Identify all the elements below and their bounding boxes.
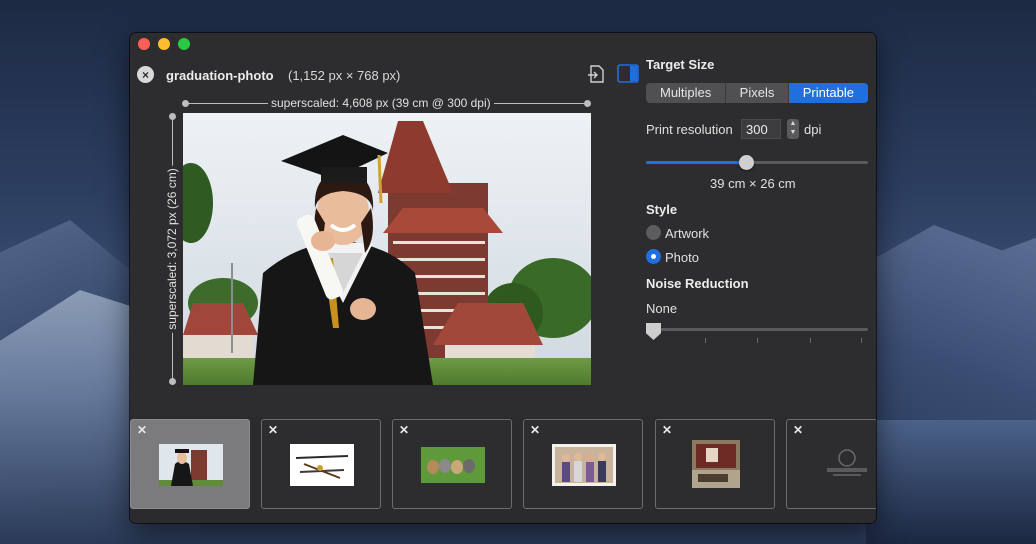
thumb-close-icon[interactable]: ✕: [530, 423, 540, 437]
width-dimension-end: [584, 100, 591, 107]
thumbnail-logo[interactable]: ✕: [786, 419, 876, 509]
file-name: graduation-photo: [166, 68, 274, 83]
segment-printable[interactable]: Printable: [788, 83, 868, 103]
noise-slider-tick: [757, 338, 758, 343]
style-artwork-radio[interactable]: [646, 225, 661, 240]
segment-pixels[interactable]: Pixels: [726, 83, 789, 103]
thumbnail-image: [823, 446, 871, 480]
noise-slider-tick: [705, 338, 706, 343]
zoom-window-button[interactable]: [178, 38, 190, 50]
noise-slider-knob[interactable]: [646, 323, 661, 340]
thumbnail-group[interactable]: ✕: [523, 419, 643, 509]
thumb-close-icon[interactable]: ✕: [268, 423, 278, 437]
print-resolution-input[interactable]: 300: [741, 119, 781, 139]
thumbnail-image: [159, 444, 223, 486]
target-size-title: Target Size: [646, 57, 715, 72]
minimize-window-button[interactable]: [158, 38, 170, 50]
resolution-slider-knob[interactable]: [738, 155, 754, 170]
height-dimension-start: [169, 113, 176, 120]
thumb-close-icon[interactable]: ✕: [662, 423, 672, 437]
thumb-close-icon[interactable]: ✕: [793, 423, 803, 437]
image-preview: [183, 113, 591, 385]
export-icon[interactable]: [586, 64, 606, 84]
dpi-unit-label: dpi: [804, 122, 822, 137]
thumbnail-kittens[interactable]: ✕: [392, 419, 512, 509]
width-dimension-start: [182, 100, 189, 107]
target-size-segmented-control[interactable]: Multiples Pixels Printable: [646, 83, 868, 103]
app-window: × graduation-photo (1,152 px × 768 px) s…: [130, 33, 876, 523]
segment-multiples[interactable]: Multiples: [646, 83, 727, 103]
thumbnail-image: [552, 444, 616, 486]
graduation-photo-image: [183, 113, 591, 385]
thumbnail-image: [421, 447, 485, 483]
style-artwork-label[interactable]: Artwork: [665, 226, 709, 241]
thumbnail-graduation[interactable]: ✕: [130, 419, 250, 509]
file-dimensions: (1,152 px × 768 px): [288, 68, 401, 83]
titlebar: [130, 33, 876, 55]
height-dimension-end: [169, 378, 176, 385]
resolution-slider-fill: [646, 161, 746, 164]
print-size-readout: 39 cm × 26 cm: [710, 176, 796, 191]
desktop-dune-right: [866, 420, 1036, 544]
style-title: Style: [646, 202, 678, 217]
noise-reduction-value: None: [646, 301, 678, 316]
resolution-stepper[interactable]: ▲ ▼: [787, 119, 799, 139]
thumb-close-icon[interactable]: ✕: [399, 423, 409, 437]
style-photo-label[interactable]: Photo: [665, 250, 699, 265]
width-dimension-label: superscaled: 4,608 px (39 cm @ 300 dpi): [268, 96, 494, 110]
remove-image-icon[interactable]: ×: [137, 66, 154, 83]
print-resolution-label: Print resolution: [646, 122, 733, 137]
noise-slider-track[interactable]: [646, 328, 868, 331]
thumbnail-image: [290, 444, 354, 486]
noise-slider-tick: [810, 338, 811, 343]
close-window-button[interactable]: [138, 38, 150, 50]
thumbnail-room[interactable]: ✕: [655, 419, 775, 509]
thumbnail-tools[interactable]: ✕: [261, 419, 381, 509]
height-dimension-label: superscaled: 3,072 px (26 cm): [165, 165, 179, 333]
noise-reduction-title: Noise Reduction: [646, 276, 749, 291]
noise-slider-tick: [861, 338, 862, 343]
style-photo-radio[interactable]: [646, 249, 661, 264]
thumb-close-icon[interactable]: ✕: [137, 423, 147, 437]
sidebar-toggle-icon[interactable]: [617, 64, 639, 83]
thumbnail-image: [692, 440, 740, 488]
